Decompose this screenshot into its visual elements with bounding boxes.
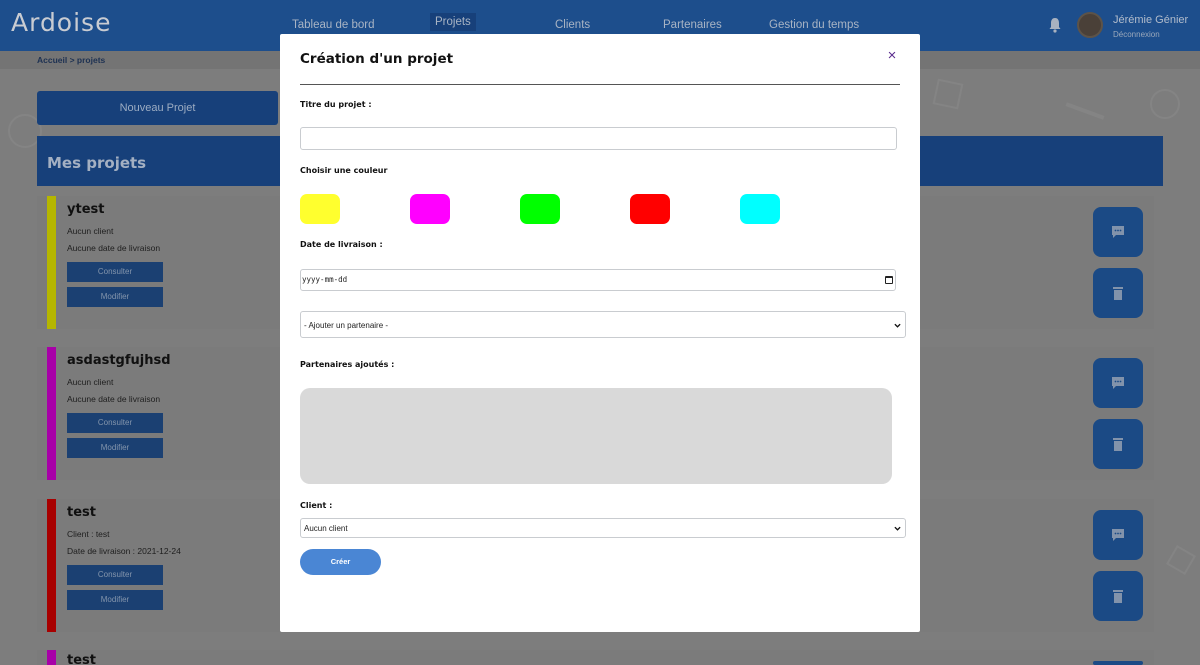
- nav-item-gestion-du-temps[interactable]: Gestion du temps: [769, 19, 859, 31]
- comment-icon: [1112, 529, 1124, 541]
- bell-icon[interactable]: [1048, 17, 1062, 33]
- project-client: Client : test: [67, 529, 110, 539]
- modal-title: Création d'un projet: [300, 51, 454, 67]
- color-swatch-yellow[interactable]: [300, 194, 340, 224]
- create-button[interactable]: Créer: [300, 549, 381, 575]
- background-shape: [1150, 89, 1180, 119]
- chevron-down-icon: [894, 323, 901, 328]
- client-select-value: Aucun client: [304, 524, 348, 533]
- project-title: ytest: [67, 202, 105, 217]
- project-client: Aucun client: [67, 377, 114, 387]
- partners-added-list: [300, 388, 892, 484]
- calendar-icon[interactable]: [885, 276, 893, 284]
- background-shape: [1065, 102, 1105, 120]
- project-color-bar: [47, 650, 56, 665]
- project-title: test: [67, 505, 96, 520]
- project-delivery-date: Aucune date de livraison: [67, 394, 161, 404]
- delete-button[interactable]: [1093, 419, 1143, 469]
- project-title-input[interactable]: [300, 127, 897, 150]
- color-swatch-red[interactable]: [630, 194, 670, 224]
- comment-button[interactable]: [1093, 207, 1143, 257]
- color-swatch-green[interactable]: [520, 194, 560, 224]
- nav-item-partenaires[interactable]: Partenaires: [663, 19, 722, 31]
- partners-added-label: Partenaires ajoutés :: [300, 360, 395, 369]
- project-color-bar: [47, 347, 56, 480]
- logout-link[interactable]: Déconnexion: [1113, 30, 1160, 39]
- nav-item-clients[interactable]: Clients: [555, 19, 590, 31]
- nav-item-tableau-de-bord[interactable]: Tableau de bord: [292, 19, 374, 31]
- trash-icon: [1113, 590, 1123, 603]
- avatar[interactable]: [1077, 12, 1103, 38]
- consult-button[interactable]: Consulter: [67, 413, 163, 433]
- comment-button[interactable]: [1093, 661, 1143, 665]
- edit-button[interactable]: Modifier: [67, 590, 163, 610]
- comment-button[interactable]: [1093, 510, 1143, 560]
- nav-item-projets[interactable]: Projets: [430, 13, 476, 31]
- delivery-date-label: Date de livraison :: [300, 240, 383, 249]
- edit-button[interactable]: Modifier: [67, 438, 163, 458]
- client-label: Client :: [300, 501, 333, 510]
- create-project-modal: Création d'un projet × Titre du projet :…: [280, 34, 920, 632]
- breadcrumb[interactable]: Accueil > projets: [37, 55, 105, 65]
- comment-icon: [1112, 377, 1124, 389]
- project-title: asdastgfujhsd: [67, 353, 171, 368]
- background-shape: [1165, 544, 1197, 576]
- divider: [300, 84, 900, 85]
- app-logo[interactable]: Ardoise: [11, 8, 111, 37]
- new-project-button[interactable]: Nouveau Projet: [37, 91, 278, 125]
- background-shape: [932, 78, 964, 110]
- client-select[interactable]: Aucun client: [300, 518, 906, 538]
- color-swatch-cyan[interactable]: [740, 194, 780, 224]
- consult-button[interactable]: Consulter: [67, 262, 163, 282]
- user-name: Jérémie Génier: [1113, 14, 1189, 26]
- partner-select[interactable]: - Ajouter un partenaire -: [300, 311, 906, 338]
- project-title: test: [67, 653, 96, 665]
- project-delivery-date: Date de livraison : 2021-12-24: [67, 546, 181, 556]
- close-icon[interactable]: ×: [884, 48, 900, 64]
- delivery-date-input[interactable]: yyyy-mm-dd: [300, 269, 896, 291]
- project-client: Aucun client: [67, 226, 114, 236]
- project-color-bar: [47, 196, 56, 329]
- consult-button[interactable]: Consulter: [67, 565, 163, 585]
- projects-section-title: Mes projets: [47, 154, 147, 172]
- partner-select-value: - Ajouter un partenaire -: [304, 321, 389, 330]
- project-title-label: Titre du projet :: [300, 100, 372, 109]
- delete-button[interactable]: [1093, 268, 1143, 318]
- project-card: test: [37, 650, 1154, 665]
- color-swatch-magenta[interactable]: [410, 194, 450, 224]
- comment-icon: [1112, 226, 1124, 238]
- trash-icon: [1113, 287, 1123, 300]
- project-color-bar: [47, 499, 56, 632]
- chevron-down-icon: [894, 526, 901, 531]
- color-label: Choisir une couleur: [300, 166, 388, 175]
- comment-button[interactable]: [1093, 358, 1143, 408]
- trash-icon: [1113, 438, 1123, 451]
- project-delivery-date: Aucune date de livraison: [67, 243, 161, 253]
- date-placeholder: yyyy-mm-dd: [302, 275, 348, 284]
- delete-button[interactable]: [1093, 571, 1143, 621]
- edit-button[interactable]: Modifier: [67, 287, 163, 307]
